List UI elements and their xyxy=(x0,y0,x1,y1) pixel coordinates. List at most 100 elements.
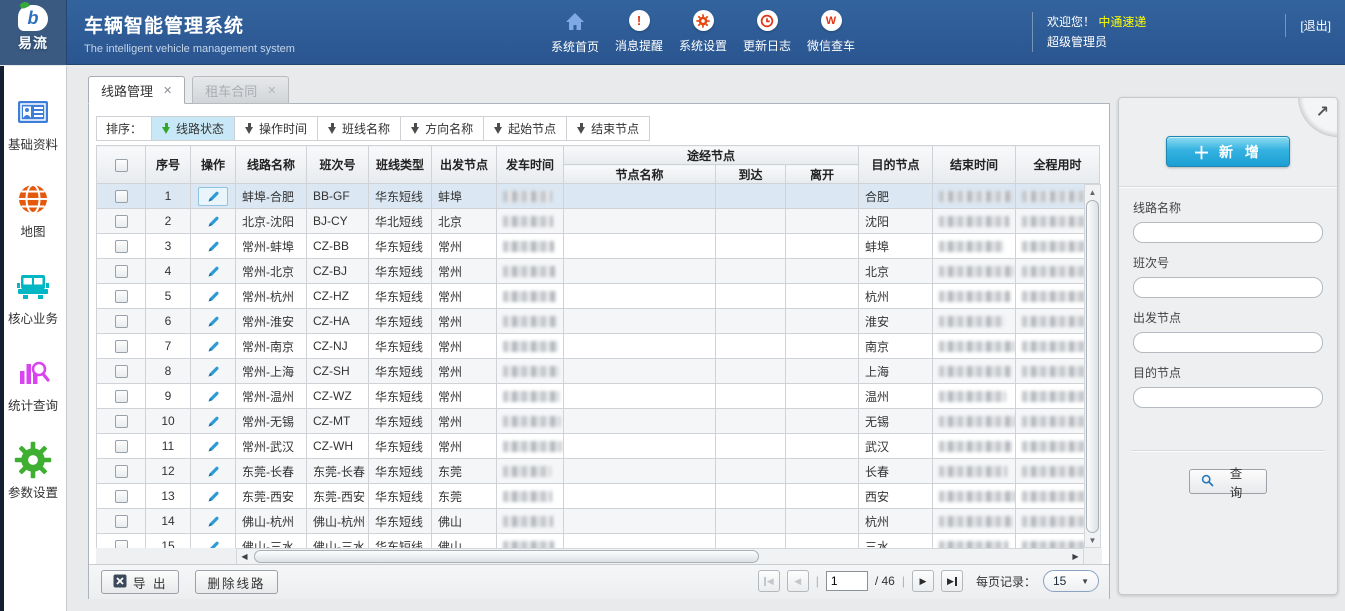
edit-route-button[interactable] xyxy=(198,537,228,549)
row-checkbox[interactable] xyxy=(115,365,128,378)
edit-route-button[interactable] xyxy=(198,212,228,231)
edit-route-button[interactable] xyxy=(198,462,228,481)
row-checkbox[interactable] xyxy=(115,340,128,353)
table-row[interactable]: 13 东莞-西安 东莞-西安 华东短线 东莞 西安 xyxy=(97,484,1100,509)
row-checkbox[interactable] xyxy=(115,390,128,403)
logout-button[interactable]: [退出] xyxy=(1285,14,1331,37)
table-row[interactable]: 3 常州-蚌埠 CZ-BB 华东短线 常州 蚌埠 xyxy=(97,234,1100,259)
table-row[interactable]: 1 蚌埠-合肥 BB-GF 华东短线 蚌埠 合肥 xyxy=(97,184,1100,209)
nav-wechat[interactable]: W微信查车 xyxy=(799,10,863,55)
row-checkbox[interactable] xyxy=(115,215,128,228)
tab-close-icon[interactable]: ✕ xyxy=(163,84,172,97)
add-route-button[interactable]: ＋ 新 增 xyxy=(1166,136,1290,167)
table-row[interactable]: 10 常州-无锡 CZ-MT 华东短线 常州 无锡 xyxy=(97,409,1100,434)
row-checkbox[interactable] xyxy=(115,515,128,528)
sort-option-线路状态[interactable]: 线路状态 xyxy=(151,117,234,140)
panel-collapse-button[interactable]: ↗ xyxy=(1298,97,1338,137)
table-row[interactable]: 5 常州-杭州 CZ-HZ 华东短线 常州 杭州 xyxy=(97,284,1100,309)
edit-route-button[interactable] xyxy=(198,262,228,281)
table-row[interactable]: 8 常州-上海 CZ-SH 华东短线 常州 上海 xyxy=(97,359,1100,384)
horizontal-scroll-thumb[interactable] xyxy=(254,550,759,563)
row-checkbox[interactable] xyxy=(115,415,128,428)
page-number-input[interactable] xyxy=(826,571,868,591)
row-checkbox[interactable] xyxy=(115,190,128,203)
sort-option-班线名称[interactable]: 班线名称 xyxy=(317,117,400,140)
field-label: 出发节点 xyxy=(1133,309,1323,326)
nav-settings[interactable]: 系统设置 xyxy=(671,10,735,55)
tab-bar: 线路管理 ✕ 租车合同 ✕ xyxy=(88,76,289,104)
vertical-scroll-thumb[interactable] xyxy=(1086,200,1099,533)
nav-changelog[interactable]: 更新日志 xyxy=(735,10,799,55)
table-row[interactable]: 4 常州-北京 CZ-BJ 华东短线 常州 北京 xyxy=(97,259,1100,284)
table-row[interactable]: 14 佛山-杭州 佛山-杭州 华东短线 佛山 杭州 xyxy=(97,509,1100,534)
edit-route-button[interactable] xyxy=(198,487,228,506)
row-checkbox[interactable] xyxy=(115,490,128,503)
sidebar-item-map[interactable]: 地图 xyxy=(0,180,66,240)
sidebar-item-basic-data[interactable]: 基础资料 xyxy=(0,93,66,153)
sidebar-item-statistics[interactable]: 统计查询 xyxy=(0,354,66,414)
scroll-left-icon[interactable]: ◀ xyxy=(237,549,252,564)
sidebar-collapsed-edge[interactable] xyxy=(0,66,4,611)
sort-option-起始节点[interactable]: 起始节点 xyxy=(483,117,566,140)
edit-route-button[interactable] xyxy=(198,187,228,206)
nav-message[interactable]: !消息提醒 xyxy=(607,10,671,55)
sort-option-操作时间[interactable]: 操作时间 xyxy=(234,117,317,140)
dest-node-input[interactable] xyxy=(1133,387,1323,408)
edit-route-button[interactable] xyxy=(198,287,228,306)
tab-rent-contract[interactable]: 租车合同 ✕ xyxy=(192,76,289,104)
table-row[interactable]: 2 北京-沈阳 BJ-CY 华北短线 北京 沈阳 xyxy=(97,209,1100,234)
scroll-right-icon[interactable]: ▶ xyxy=(1068,549,1083,564)
table-row[interactable]: 11 常州-武汉 CZ-WH 华东短线 常州 武汉 xyxy=(97,434,1100,459)
table-row[interactable]: 15 佛山-三水 佛山-三水 华东短线 佛山 三水 xyxy=(97,534,1100,549)
table-row[interactable]: 9 常州-温州 CZ-WZ 华东短线 常州 温州 xyxy=(97,384,1100,409)
edit-route-button[interactable] xyxy=(198,412,228,431)
row-checkbox[interactable] xyxy=(115,465,128,478)
sidebar-item-core-biz[interactable]: 核心业务 xyxy=(0,267,66,327)
prev-page-button[interactable]: ◀ xyxy=(787,570,809,592)
tab-route-mgmt[interactable]: 线路管理 ✕ xyxy=(88,76,185,104)
delete-route-button[interactable]: 删除线路 xyxy=(195,570,277,594)
tab-close-icon[interactable]: ✕ xyxy=(267,84,276,97)
row-checkbox[interactable] xyxy=(115,240,128,253)
table-row[interactable]: 12 东莞-长春 东莞-长春 华东短线 东莞 长春 xyxy=(97,459,1100,484)
trip-code-input[interactable] xyxy=(1133,277,1323,298)
first-page-button[interactable]: ◀ xyxy=(758,570,780,592)
edit-route-button[interactable] xyxy=(198,312,228,331)
nav-home[interactable]: 系统首页 xyxy=(543,10,607,55)
table-row[interactable]: 7 常州-南京 CZ-NJ 华东短线 常州 南京 xyxy=(97,334,1100,359)
scroll-up-icon[interactable]: ▲ xyxy=(1085,185,1100,199)
from-node-input[interactable] xyxy=(1133,332,1323,353)
edit-route-button[interactable] xyxy=(198,237,228,256)
cell-end-time-redacted xyxy=(933,384,1016,409)
row-checkbox[interactable] xyxy=(115,540,128,548)
table-row[interactable]: 6 常州-淮安 CZ-HA 华东短线 常州 淮安 xyxy=(97,309,1100,334)
next-page-button[interactable]: ▶ xyxy=(912,570,934,592)
table-vertical-scrollbar[interactable]: ▲ ▼ xyxy=(1084,184,1101,548)
last-page-button[interactable]: ▶ xyxy=(941,570,963,592)
page-size-select[interactable]: 15▼ xyxy=(1043,570,1099,592)
edit-route-button[interactable] xyxy=(198,437,228,456)
sort-option-结束节点[interactable]: 结束节点 xyxy=(566,117,649,140)
edit-route-button[interactable] xyxy=(198,337,228,356)
sidebar-item-parameters[interactable]: 参数设置 xyxy=(0,441,66,501)
search-button[interactable]: 查 询 xyxy=(1189,469,1267,494)
app-logo[interactable]: b 易流 xyxy=(0,0,67,65)
cell-line-type: 华东短线 xyxy=(369,334,432,359)
cell-seq: 4 xyxy=(146,259,191,284)
edit-route-button[interactable] xyxy=(198,387,228,406)
company-name[interactable]: 中通速递 xyxy=(1098,15,1146,29)
row-checkbox[interactable] xyxy=(115,315,128,328)
scroll-down-icon[interactable]: ▼ xyxy=(1085,533,1100,547)
sort-option-方向名称[interactable]: 方向名称 xyxy=(400,117,483,140)
sort-arrow-down-icon xyxy=(411,123,420,134)
route-name-input[interactable] xyxy=(1133,222,1323,243)
edit-route-button[interactable] xyxy=(198,512,228,531)
table-horizontal-scrollbar[interactable]: ◀ ▶ xyxy=(236,548,1084,565)
row-checkbox[interactable] xyxy=(115,265,128,278)
export-button[interactable]: 导 出 xyxy=(101,570,179,594)
edit-route-button[interactable] xyxy=(198,362,228,381)
select-all-checkbox[interactable] xyxy=(115,159,128,172)
row-checkbox[interactable] xyxy=(115,440,128,453)
field-label: 目的节点 xyxy=(1133,364,1323,381)
row-checkbox[interactable] xyxy=(115,290,128,303)
